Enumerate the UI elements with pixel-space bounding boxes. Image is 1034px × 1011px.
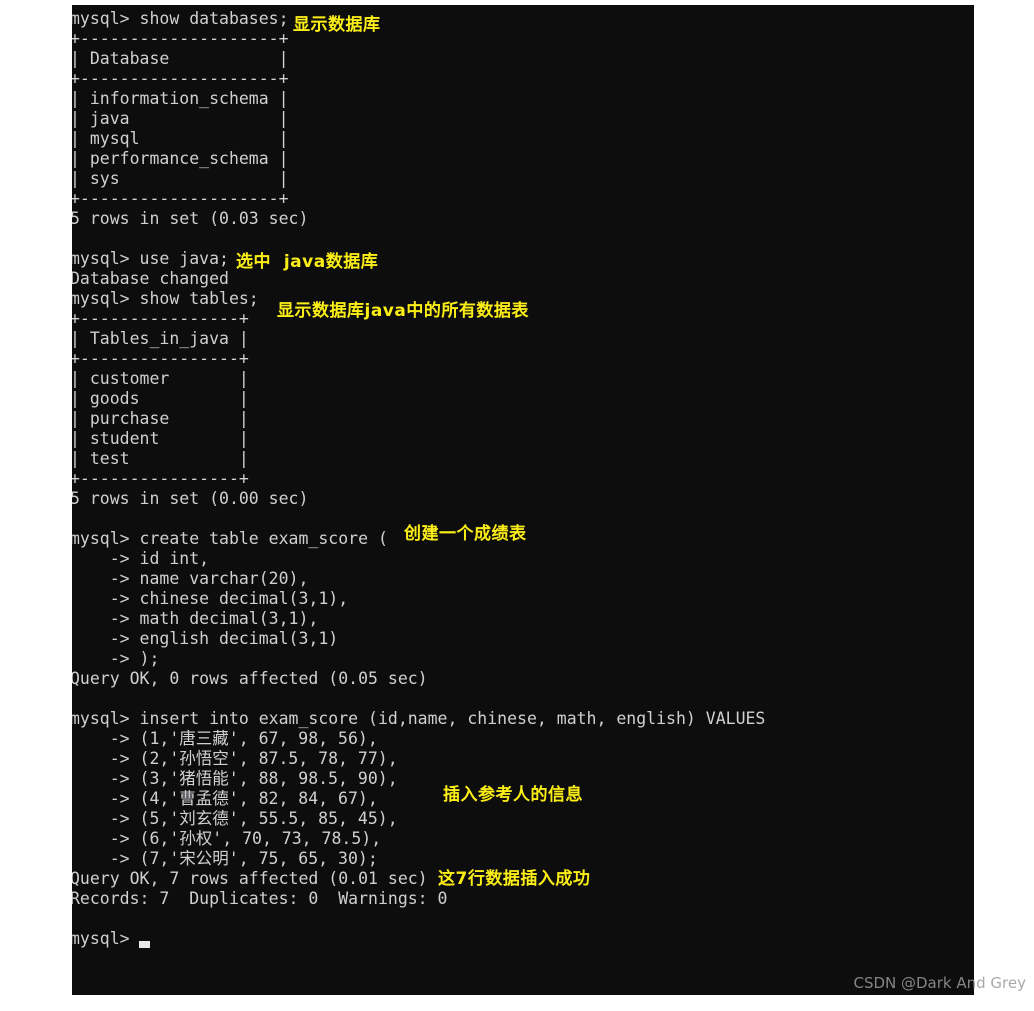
annotation-label: 插入参考人的信息 (443, 785, 583, 805)
terminal-line: | test | (72, 449, 249, 468)
terminal-line: | sys | (72, 169, 289, 188)
annotation-label: 选中 java数据库 (236, 252, 379, 272)
terminal-cursor (139, 941, 150, 948)
terminal-output: mysql> show databases; +-----------------… (72, 9, 974, 949)
terminal-line: | information_schema | (72, 89, 289, 108)
terminal-line: -> math decimal(3,1), (72, 609, 319, 628)
terminal-line: | customer | (72, 369, 249, 388)
terminal-line: | goods | (72, 389, 249, 408)
terminal-line: -> english decimal(3,1) (72, 629, 339, 648)
terminal-line: | purchase | (72, 409, 249, 428)
terminal-line: +----------------+ (72, 349, 249, 368)
terminal-line: mysql> insert into exam_score (id,name, … (72, 709, 766, 728)
terminal-line: mysql> show databases; (72, 9, 289, 28)
terminal-line: 5 rows in set (0.03 sec) (72, 209, 309, 228)
terminal-line: +----------------+ (72, 469, 249, 488)
terminal-line: mysql> use java; (72, 249, 229, 268)
terminal-line: | Database | (72, 49, 289, 68)
terminal-line: -> chinese decimal(3,1), (72, 589, 349, 608)
terminal-line: Records: 7 Duplicates: 0 Warnings: 0 (72, 889, 448, 908)
terminal-line: | performance_schema | (72, 149, 289, 168)
terminal-line: -> (5,'刘玄德', 55.5, 85, 45), (72, 809, 398, 828)
terminal-line: | java | (72, 109, 289, 128)
annotation-label: 显示数据库 (293, 15, 381, 35)
screenshot-root: mysql> show databases; +-----------------… (0, 0, 1034, 1011)
mysql-terminal-window[interactable]: mysql> show databases; +-----------------… (72, 5, 974, 995)
terminal-line: -> (2,'孙悟空', 87.5, 78, 77), (72, 749, 398, 768)
terminal-line: 5 rows in set (0.00 sec) (72, 489, 309, 508)
annotation-label: 创建一个成绩表 (404, 524, 527, 544)
terminal-line: +--------------------+ (72, 29, 289, 48)
terminal-line: -> (7,'宋公明', 75, 65, 30); (72, 849, 378, 868)
terminal-line: +--------------------+ (72, 189, 289, 208)
terminal-line: -> (1,'唐三藏', 67, 98, 56), (72, 729, 378, 748)
terminal-line: -> id int, (72, 549, 210, 568)
terminal-line: | mysql | (72, 129, 289, 148)
terminal-line: | Tables_in_java | (72, 329, 249, 348)
annotation-label: 这7行数据插入成功 (438, 869, 591, 889)
terminal-line: -> name varchar(20), (72, 569, 309, 588)
terminal-line: Query OK, 0 rows affected (0.05 sec) (72, 669, 428, 688)
terminal-line: -> (6,'孙权', 70, 73, 78.5), (72, 829, 382, 848)
csdn-watermark: CSDN @Dark And Grey (853, 974, 1026, 992)
terminal-line: +--------------------+ (72, 69, 289, 88)
terminal-line: Database changed (72, 269, 229, 288)
terminal-line: -> ); (72, 649, 160, 668)
terminal-line: | student | (72, 429, 249, 448)
terminal-line: mysql> (72, 929, 130, 948)
annotation-label: 显示数据库java中的所有数据表 (277, 301, 529, 321)
